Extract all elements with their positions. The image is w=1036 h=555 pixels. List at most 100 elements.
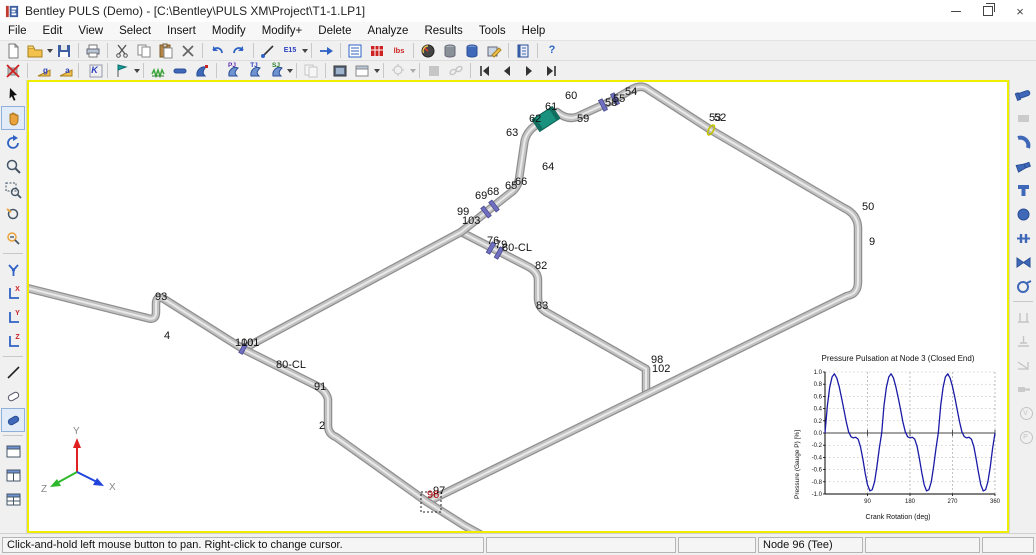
spring-support-button[interactable] — [147, 60, 169, 81]
menu-delete[interactable]: Delete — [310, 24, 359, 38]
pressure-joint-button[interactable]: PJ — [220, 60, 242, 81]
tee-component-button[interactable] — [1011, 178, 1035, 202]
menu-insert[interactable]: Insert — [159, 24, 204, 38]
menu-select[interactable]: Select — [111, 24, 159, 38]
previous-result-button[interactable] — [496, 60, 518, 81]
first-result-button[interactable] — [474, 60, 496, 81]
axis-lock-y-button[interactable]: Y — [1, 305, 25, 329]
elbow-component-button[interactable] — [1011, 130, 1035, 154]
view-four-pane-button[interactable] — [1, 487, 25, 511]
menu-analyze[interactable]: Analyze — [360, 24, 417, 38]
open-file-button[interactable] — [24, 40, 46, 61]
reducer-component-button[interactable] — [1011, 154, 1035, 178]
snapshot-button[interactable] — [329, 60, 351, 81]
next-result-button[interactable] — [518, 60, 540, 81]
node-number-button[interactable] — [191, 60, 213, 81]
select-tool-button[interactable] — [1, 82, 25, 106]
zoom-out-button[interactable] — [1, 226, 25, 250]
e15-dropdown-caret[interactable] — [302, 49, 308, 53]
support-component-button[interactable] — [1011, 305, 1035, 329]
units-lbs-button[interactable]: lbs — [388, 40, 410, 61]
zoom-tool-button[interactable] — [1, 154, 25, 178]
flag-marker-button[interactable] — [111, 60, 133, 81]
database-gray-button[interactable] — [439, 40, 461, 61]
flange-pair-component-button[interactable] — [1011, 226, 1035, 250]
save-button[interactable] — [53, 40, 75, 61]
status-node-indicator: Node 96 (Tee) — [758, 537, 863, 553]
svg-text:9: 9 — [869, 236, 875, 248]
render-dropdown-caret[interactable] — [410, 69, 416, 73]
duplicate-button[interactable] — [300, 60, 322, 81]
window-title: Bentley PULS (Demo) - [C:\Bentley\PULS X… — [25, 4, 365, 18]
new-file-button[interactable] — [2, 40, 24, 61]
node-tee-tool-button[interactable] — [1, 257, 25, 281]
render-options-button[interactable] — [387, 60, 409, 81]
copy-button[interactable] — [133, 40, 155, 61]
connector-component-button[interactable] — [1011, 377, 1035, 401]
report-book-button[interactable] — [512, 40, 534, 61]
window-dropdown-caret[interactable] — [374, 69, 380, 73]
pan-tool-button[interactable] — [1, 106, 25, 130]
draw-pipe-button[interactable] — [257, 40, 279, 61]
input-list-button[interactable] — [344, 40, 366, 61]
help-button[interactable]: ? — [541, 40, 563, 61]
model-viewport[interactable]: 6061626359545558646665686953525099910376… — [27, 80, 1009, 533]
last-result-button[interactable] — [540, 60, 562, 81]
check-valve-component-button[interactable] — [1011, 353, 1035, 377]
minimize-button[interactable] — [940, 0, 972, 22]
print-button[interactable] — [82, 40, 104, 61]
flow-arrow-button[interactable] — [315, 40, 337, 61]
velocity-result-button[interactable]: V — [1011, 401, 1035, 425]
menu-help[interactable]: Help — [514, 24, 554, 38]
menu-results[interactable]: Results — [416, 24, 470, 38]
link-button[interactable] — [445, 60, 467, 81]
draw-line-tool-button[interactable] — [1, 360, 25, 384]
pipe-component-button[interactable] — [1011, 82, 1035, 106]
menu-tools[interactable]: Tools — [471, 24, 514, 38]
close-button[interactable]: × — [1004, 0, 1036, 22]
stop-button[interactable] — [423, 60, 445, 81]
stiffness-k-button[interactable]: K — [82, 60, 104, 81]
paste-button[interactable] — [155, 40, 177, 61]
menu-modify[interactable]: Modify — [204, 24, 254, 38]
spring-joint-button[interactable]: SJ — [264, 60, 286, 81]
acceleration-a-button[interactable]: a — [53, 60, 75, 81]
anchor-component-button[interactable] — [1011, 329, 1035, 353]
pump-component-button[interactable] — [1011, 274, 1035, 298]
mass-table-button[interactable] — [366, 40, 388, 61]
rotate-view-button[interactable] — [1, 130, 25, 154]
rigid-support-button[interactable] — [169, 60, 191, 81]
element-wireframe-button[interactable] — [1, 384, 25, 408]
zoom-window-button[interactable] — [1, 178, 25, 202]
joint-dropdown-caret[interactable] — [287, 69, 293, 73]
cut-button[interactable] — [111, 40, 133, 61]
database-blue-button[interactable] — [461, 40, 483, 61]
menu-file[interactable]: File — [0, 24, 35, 38]
pressure-result-button[interactable]: P — [1011, 425, 1035, 449]
gravity-g-button[interactable]: g — [31, 60, 53, 81]
element-type-e15-button[interactable]: E15 — [279, 40, 301, 61]
zoom-previous-button[interactable] — [1, 202, 25, 226]
clear-selection-button[interactable] — [2, 60, 24, 81]
element-solid-button[interactable] — [1, 408, 25, 432]
restore-button[interactable] — [972, 0, 1004, 22]
redo-button[interactable] — [228, 40, 250, 61]
undo-button[interactable] — [206, 40, 228, 61]
pipes[interactable] — [29, 87, 858, 531]
translation-joint-button[interactable]: TJ — [242, 60, 264, 81]
flag-dropdown-caret[interactable] — [134, 69, 140, 73]
menu-view[interactable]: View — [70, 24, 111, 38]
valve-component-button[interactable] — [1011, 250, 1035, 274]
window-layout-button[interactable] — [351, 60, 373, 81]
rpm-gauge-button[interactable] — [417, 40, 439, 61]
edit-tools-button[interactable] — [483, 40, 505, 61]
box-component-button[interactable] — [1011, 106, 1035, 130]
axis-lock-x-button[interactable]: X — [1, 281, 25, 305]
view-two-pane-button[interactable] — [1, 463, 25, 487]
delete-button[interactable] — [177, 40, 199, 61]
view-single-button[interactable] — [1, 439, 25, 463]
menu-modify-plus[interactable]: Modify+ — [254, 24, 311, 38]
axis-lock-z-button[interactable]: Z — [1, 329, 25, 353]
sphere-component-button[interactable] — [1011, 202, 1035, 226]
menu-edit[interactable]: Edit — [35, 24, 71, 38]
